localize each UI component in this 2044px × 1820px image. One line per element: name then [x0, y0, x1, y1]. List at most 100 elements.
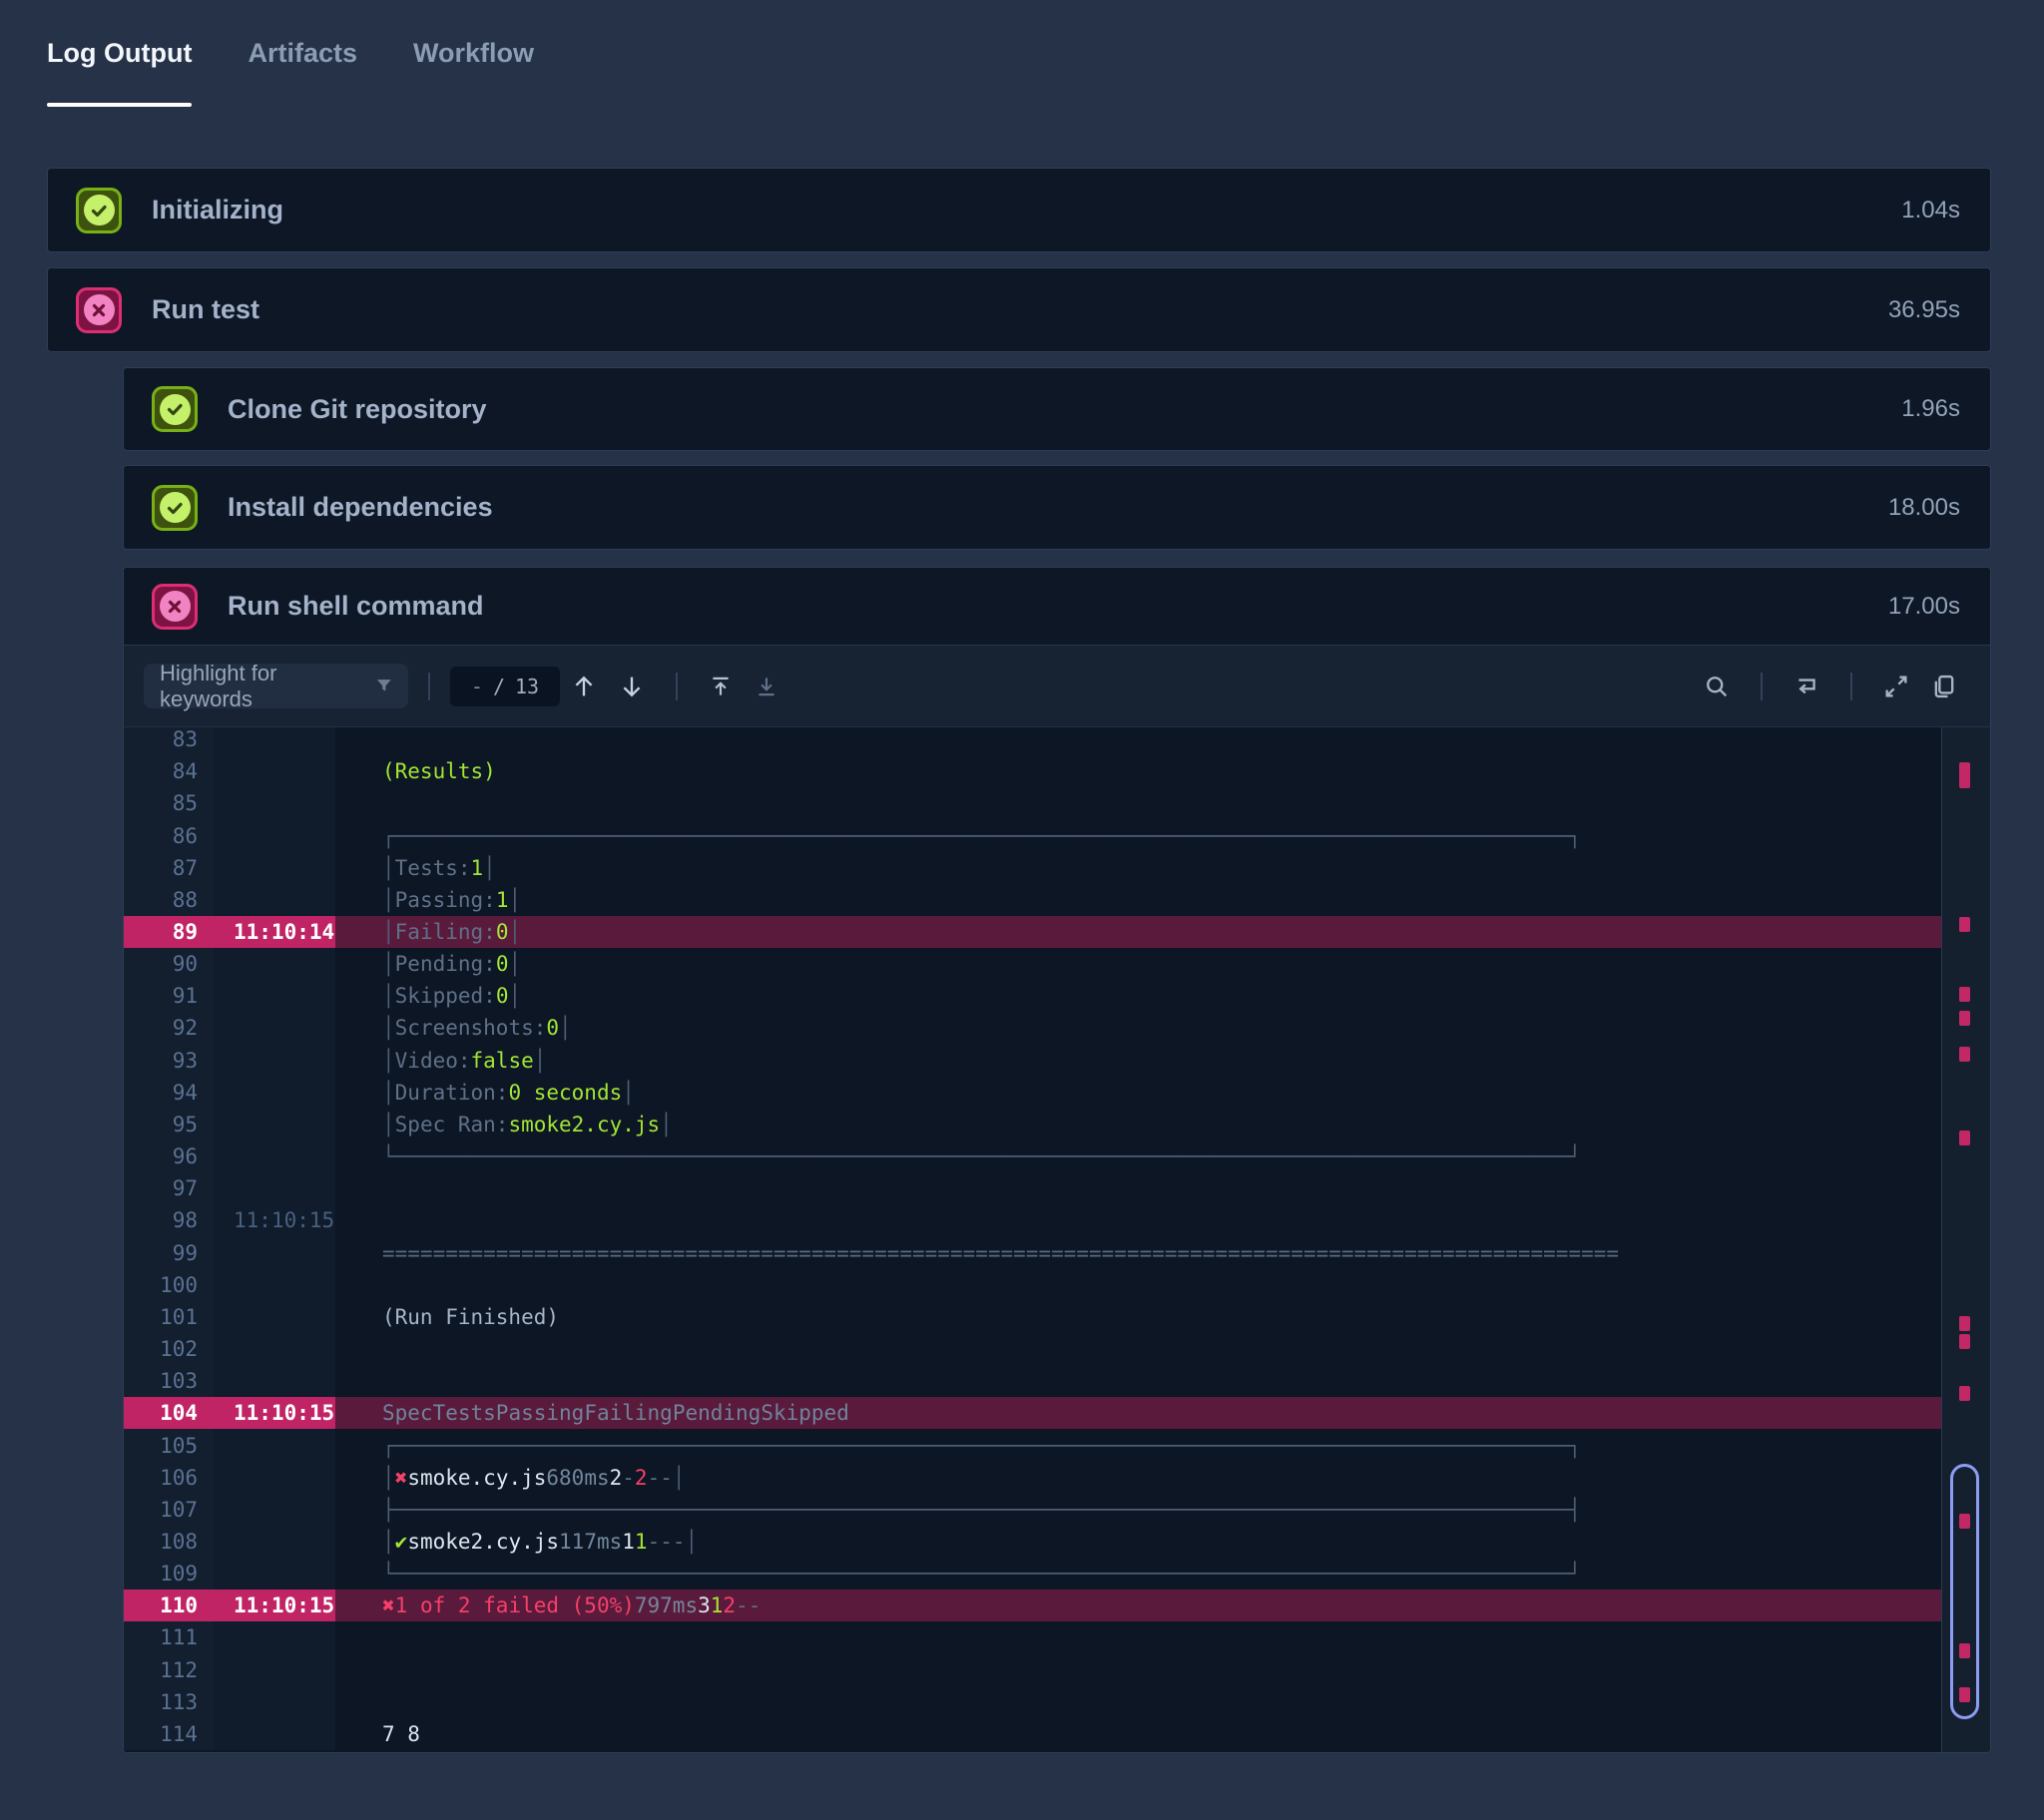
line-number: 86	[124, 819, 214, 851]
minimap-error-mark	[1959, 773, 1970, 788]
copy-log-button[interactable]	[1930, 673, 1958, 700]
log-line-97[interactable]: 97	[124, 1172, 1941, 1204]
next-match-button[interactable]	[618, 673, 646, 700]
line-timestamp	[214, 1621, 335, 1653]
previous-match-button[interactable]	[570, 673, 598, 700]
log-line-105[interactable]: 105┌────────────────────────────────────…	[124, 1429, 1941, 1461]
scroll-to-bottom-button[interactable]	[754, 674, 779, 699]
line-content	[335, 1172, 1941, 1204]
log-line-95[interactable]: 95│ Spec Ran: smoke2.cy.js │	[124, 1109, 1941, 1140]
log-line-85[interactable]: 85	[124, 787, 1941, 819]
log-line-98[interactable]: 9811:10:15	[124, 1204, 1941, 1236]
tab-log-output[interactable]: Log Output	[47, 38, 192, 81]
line-content	[335, 1686, 1941, 1718]
check-icon	[88, 200, 110, 222]
line-content: Spec Tests Passing Failing Pending Skipp…	[335, 1397, 1941, 1429]
line-content	[335, 1333, 1941, 1365]
keyword-filter-placeholder: Highlight for keywords	[160, 661, 372, 712]
line-timestamp	[214, 819, 335, 851]
line-number: 91	[124, 980, 214, 1012]
expand-fullscreen-button[interactable]	[1882, 673, 1910, 700]
log-line-99[interactable]: 99======================================…	[124, 1237, 1941, 1269]
line-content	[335, 1621, 1941, 1653]
log-line-100[interactable]: 100	[124, 1269, 1941, 1301]
tab-artifacts-label: Artifacts	[248, 38, 357, 68]
x-icon	[88, 299, 110, 321]
log-line-110[interactable]: 11011:10:15 ✖ 1 of 2 failed (50%) 797ms …	[124, 1590, 1941, 1621]
step-row-run-test[interactable]: Run test 36.95s	[47, 267, 1991, 352]
search-button[interactable]	[1703, 673, 1731, 700]
line-content: │ ✖ smoke.cy.js 680ms 2 - 2 - -│	[335, 1462, 1941, 1494]
line-content: 7 8	[335, 1718, 1941, 1750]
line-timestamp	[214, 1045, 335, 1077]
log-line-93[interactable]: 93│ Video: false │	[124, 1045, 1941, 1077]
scroll-to-bottom-icon	[754, 674, 779, 699]
line-number: 89	[124, 916, 214, 948]
keyword-filter-input[interactable]: Highlight for keywords	[144, 664, 408, 708]
step-duration: 1.04s	[1901, 197, 1960, 225]
line-timestamp: 11:10:15	[214, 1590, 335, 1621]
line-content: │ Tests: 1 │	[335, 852, 1941, 884]
log-line-84[interactable]: 84(Results)	[124, 755, 1941, 787]
tab-workflow-label: Workflow	[413, 38, 534, 68]
line-timestamp: 11:10:15	[214, 1397, 335, 1429]
log-output-area[interactable]: 8384(Results)8586┌──────────────────────…	[124, 727, 1990, 1752]
minimap-error-mark	[1959, 1011, 1970, 1026]
line-number: 96	[124, 1140, 214, 1172]
log-line-91[interactable]: 91│ Skipped: 0 │	[124, 980, 1941, 1012]
line-number: 92	[124, 1012, 214, 1044]
log-line-114[interactable]: 1147 8	[124, 1718, 1941, 1750]
log-line-113[interactable]: 113	[124, 1686, 1941, 1718]
line-number: 111	[124, 1621, 214, 1653]
step-row-install-dependencies[interactable]: Install dependencies 18.00s	[123, 465, 1991, 550]
line-timestamp	[214, 1654, 335, 1686]
ci-log-page: Log Output Artifacts Workflow Initializi…	[0, 0, 2044, 1820]
log-minimap-scrollbar[interactable]	[1941, 727, 1990, 1752]
log-line-107[interactable]: 107├────────────────────────────────────…	[124, 1494, 1941, 1526]
log-line-108[interactable]: 108│ ✔ smoke2.cy.js 117ms 1 1 - - -│	[124, 1526, 1941, 1558]
scroll-to-top-button[interactable]	[708, 674, 734, 699]
wrap-lines-button[interactable]	[1792, 673, 1820, 700]
line-number: 103	[124, 1365, 214, 1397]
log-line-104[interactable]: 10411:10:15 Spec Tests Passing Failing P…	[124, 1397, 1941, 1429]
log-line-86[interactable]: 86┌─────────────────────────────────────…	[124, 819, 1941, 851]
expand-icon	[1882, 673, 1910, 700]
log-line-101[interactable]: 101(Run Finished)	[124, 1301, 1941, 1333]
log-line-96[interactable]: 96└─────────────────────────────────────…	[124, 1140, 1941, 1172]
tab-artifacts[interactable]: Artifacts	[248, 38, 357, 81]
log-line-88[interactable]: 88│ Passing: 1 │	[124, 884, 1941, 916]
log-line-109[interactable]: 109└────────────────────────────────────…	[124, 1558, 1941, 1590]
log-line-106[interactable]: 106 │ ✖ smoke.cy.js 680ms 2 - 2 - -│	[124, 1462, 1941, 1494]
log-line-111[interactable]: 111	[124, 1621, 1941, 1653]
log-line-87[interactable]: 87│ Tests: 1 │	[124, 852, 1941, 884]
line-timestamp	[214, 1718, 335, 1750]
log-line-92[interactable]: 92│ Screenshots: 0 │	[124, 1012, 1941, 1044]
line-timestamp	[214, 1333, 335, 1365]
match-counter-total: 13	[515, 675, 539, 698]
line-number: 106	[124, 1462, 214, 1494]
scrollbar-thumb[interactable]	[1950, 1464, 1979, 1719]
line-number: 98	[124, 1204, 214, 1236]
log-line-102[interactable]: 102	[124, 1333, 1941, 1365]
copy-icon	[1930, 673, 1958, 700]
step-duration: 18.00s	[1888, 494, 1960, 522]
search-icon	[1703, 673, 1731, 700]
line-number: 112	[124, 1654, 214, 1686]
divider	[676, 673, 678, 700]
line-number: 102	[124, 1333, 214, 1365]
active-tab-underline	[47, 103, 192, 107]
log-line-83[interactable]: 83	[124, 727, 1941, 755]
tab-workflow[interactable]: Workflow	[413, 38, 534, 81]
log-line-112[interactable]: 112	[124, 1654, 1941, 1686]
step-row-initializing[interactable]: Initializing 1.04s	[47, 168, 1991, 252]
log-line-89[interactable]: 8911:10:14│ Failing: 0 │	[124, 916, 1941, 948]
log-line-103[interactable]: 103	[124, 1365, 1941, 1397]
line-content	[335, 1269, 1941, 1301]
step-label: Clone Git repository	[228, 394, 1901, 425]
line-timestamp	[214, 755, 335, 787]
step-row-clone-git-repository[interactable]: Clone Git repository 1.96s	[123, 367, 1991, 451]
line-number: 107	[124, 1494, 214, 1526]
log-line-94[interactable]: 94│ Duration: 0 seconds │	[124, 1077, 1941, 1109]
step-row-run-shell-command[interactable]: Run shell command 17.00s	[124, 568, 1990, 645]
log-line-90[interactable]: 90│ Pending: 0 │	[124, 948, 1941, 980]
